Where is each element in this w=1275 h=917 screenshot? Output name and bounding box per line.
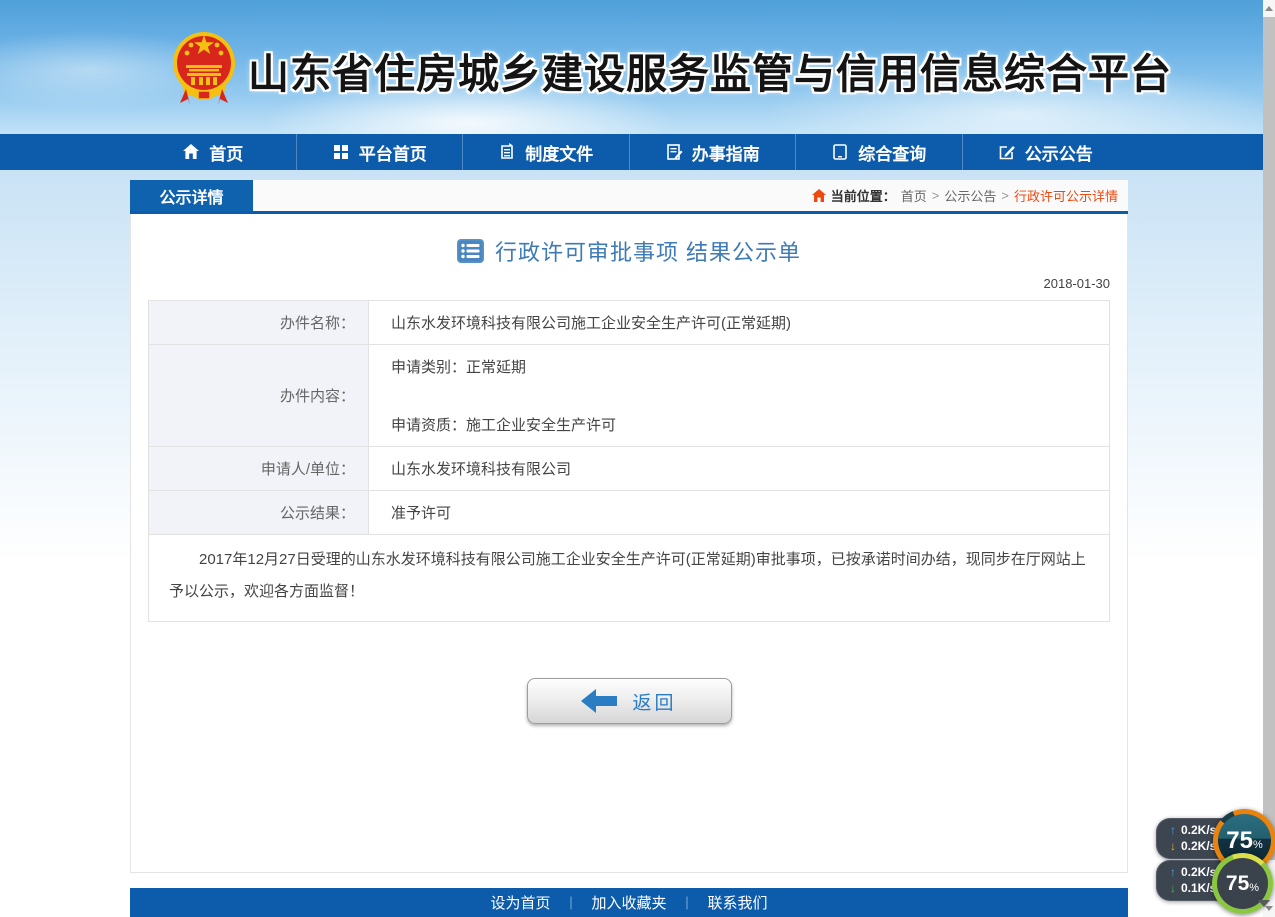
nav-item-platform-home[interactable]: 平台首页 bbox=[296, 134, 463, 170]
site-header: 山东省住房城乡建设服务监管与信用信息综合平台 bbox=[0, 0, 1275, 134]
row-label: 公示结果： bbox=[149, 491, 369, 535]
arrow-up-icon: ↑ bbox=[1170, 865, 1176, 880]
back-button[interactable]: 返回 bbox=[527, 678, 732, 724]
breadcrumb: 当前位置： 首页 > 公示公告 > 行政许可公示详情 bbox=[812, 180, 1128, 211]
nav-item-comprehensive-query[interactable]: 综合查询 bbox=[795, 134, 962, 170]
nav-item-label: 办事指南 bbox=[692, 140, 760, 165]
footer-link-set-homepage[interactable]: 设为首页 bbox=[490, 892, 550, 913]
triangle-up-icon bbox=[1265, 6, 1273, 11]
application-qualification: 申请资质：施工企业安全生产许可 bbox=[391, 414, 1099, 435]
documents-icon bbox=[498, 143, 516, 161]
footer-link-contact-us[interactable]: 联系我们 bbox=[708, 892, 768, 913]
widget-collapse-arrow[interactable] bbox=[1258, 900, 1270, 907]
tab-publicity-detail[interactable]: 公示详情 bbox=[130, 180, 253, 211]
row-value: 申请类别：正常延期 申请资质：施工企业安全生产许可 bbox=[369, 345, 1110, 447]
row-value: 山东水发环境科技有限公司 bbox=[369, 447, 1110, 491]
breadcrumb-separator: > bbox=[932, 188, 940, 203]
row-label: 申请人/单位： bbox=[149, 447, 369, 491]
home-icon bbox=[812, 189, 826, 202]
arrow-down-icon: ↓ bbox=[1170, 839, 1176, 854]
home-icon bbox=[182, 143, 200, 161]
nav-item-service-guide[interactable]: 办事指南 bbox=[629, 134, 796, 170]
note-cell: 2017年12月27日受理的山东水发环境科技有限公司施工企业安全生产许可(正常延… bbox=[149, 535, 1110, 622]
nav-item-public-announcement[interactable]: 公示公告 bbox=[962, 134, 1129, 170]
application-type: 申请类别：正常延期 bbox=[391, 356, 1099, 377]
site-title: 山东省住房城乡建设服务监管与信用信息综合平台 bbox=[248, 40, 1128, 100]
tab-bar: 公示详情 当前位置： 首页 > 公示公告 > 行政许可公示详情 bbox=[130, 180, 1128, 214]
nav-item-label: 首页 bbox=[209, 140, 243, 165]
download-speed-value: 0.2K/s bbox=[1181, 839, 1216, 854]
percent-value: 75 bbox=[1226, 872, 1249, 896]
detail-content: 行政许可审批事项 结果公示单 2018-01-30 办件名称： 山东水发环境科技… bbox=[131, 235, 1127, 724]
document-title-row: 行政许可审批事项 结果公示单 bbox=[148, 235, 1110, 267]
grid-icon bbox=[332, 143, 350, 161]
table-row-applicant: 申请人/单位： 山东水发环境科技有限公司 bbox=[149, 447, 1110, 491]
upload-speed-value: 0.2K/s bbox=[1181, 865, 1216, 880]
page-footer: 设为首页 ｜ 加入收藏夹 ｜ 联系我们 bbox=[130, 888, 1128, 917]
browser-viewport: 山东省住房城乡建设服务监管与信用信息综合平台 首页 平台首页 制度文件 bbox=[0, 0, 1275, 917]
nav-item-label: 制度文件 bbox=[525, 140, 593, 165]
page-title: 行政许可审批事项 结果公示单 bbox=[495, 235, 801, 267]
breadcrumb-separator: > bbox=[1001, 188, 1009, 203]
scrollbar[interactable] bbox=[1263, 0, 1275, 917]
percent-unit: % bbox=[1253, 839, 1263, 851]
nav-item-label: 平台首页 bbox=[359, 140, 427, 165]
row-value: 山东水发环境科技有限公司施工企业安全生产许可(正常延期) bbox=[369, 301, 1110, 345]
arrow-left-icon bbox=[581, 689, 617, 713]
query-icon bbox=[831, 143, 849, 161]
detail-table: 办件名称： 山东水发环境科技有限公司施工企业安全生产许可(正常延期) 办件内容：… bbox=[148, 300, 1110, 622]
nav-item-home[interactable]: 首页 bbox=[130, 134, 296, 170]
arrow-down-icon: ↓ bbox=[1170, 881, 1176, 896]
breadcrumb-home-link[interactable]: 首页 bbox=[901, 186, 927, 205]
content-container: 公示详情 当前位置： 首页 > 公示公告 > 行政许可公示详情 行政许可审批事项… bbox=[130, 181, 1128, 873]
table-row-result: 公示结果： 准予许可 bbox=[149, 491, 1110, 535]
back-button-label: 返回 bbox=[632, 688, 676, 715]
table-row-note: 2017年12月27日受理的山东水发环境科技有限公司施工企业安全生产许可(正常延… bbox=[149, 535, 1110, 622]
footer-separator: ｜ bbox=[681, 893, 694, 912]
scrollbar-thumb[interactable] bbox=[1263, 17, 1275, 860]
guide-icon bbox=[665, 143, 683, 161]
national-emblem-logo bbox=[172, 27, 236, 107]
nav-item-label: 综合查询 bbox=[858, 140, 926, 165]
row-label: 办件内容： bbox=[149, 345, 369, 447]
announcement-icon bbox=[998, 143, 1016, 161]
publish-date: 2018-01-30 bbox=[148, 276, 1110, 291]
breadcrumb-announcement-link[interactable]: 公示公告 bbox=[944, 186, 996, 205]
note-text: 2017年12月27日受理的山东水发环境科技有限公司施工企业安全生产许可(正常延… bbox=[169, 544, 1089, 608]
row-label: 办件名称： bbox=[149, 301, 369, 345]
table-row-item-content: 办件内容： 申请类别：正常延期 申请资质：施工企业安全生产许可 bbox=[149, 345, 1110, 447]
list-icon bbox=[457, 239, 484, 263]
upload-speed-value: 0.2K/s bbox=[1181, 823, 1216, 838]
footer-separator: ｜ bbox=[564, 893, 577, 912]
breadcrumb-current: 行政许可公示详情 bbox=[1014, 186, 1118, 205]
nav-item-label: 公示公告 bbox=[1025, 140, 1093, 165]
row-value: 准予许可 bbox=[369, 491, 1110, 535]
nav-item-policy-documents[interactable]: 制度文件 bbox=[462, 134, 629, 170]
table-row-item-name: 办件名称： 山东水发环境科技有限公司施工企业安全生产许可(正常延期) bbox=[149, 301, 1110, 345]
main-navigation: 首页 平台首页 制度文件 办事指南 bbox=[0, 134, 1275, 170]
footer-link-add-favorites[interactable]: 加入收藏夹 bbox=[591, 892, 666, 913]
percent-unit: % bbox=[1249, 882, 1259, 894]
arrow-up-icon: ↑ bbox=[1170, 823, 1176, 838]
scrollbar-up-button[interactable] bbox=[1263, 0, 1275, 17]
breadcrumb-label: 当前位置： bbox=[831, 186, 896, 205]
percent-value: 75 bbox=[1226, 827, 1253, 855]
